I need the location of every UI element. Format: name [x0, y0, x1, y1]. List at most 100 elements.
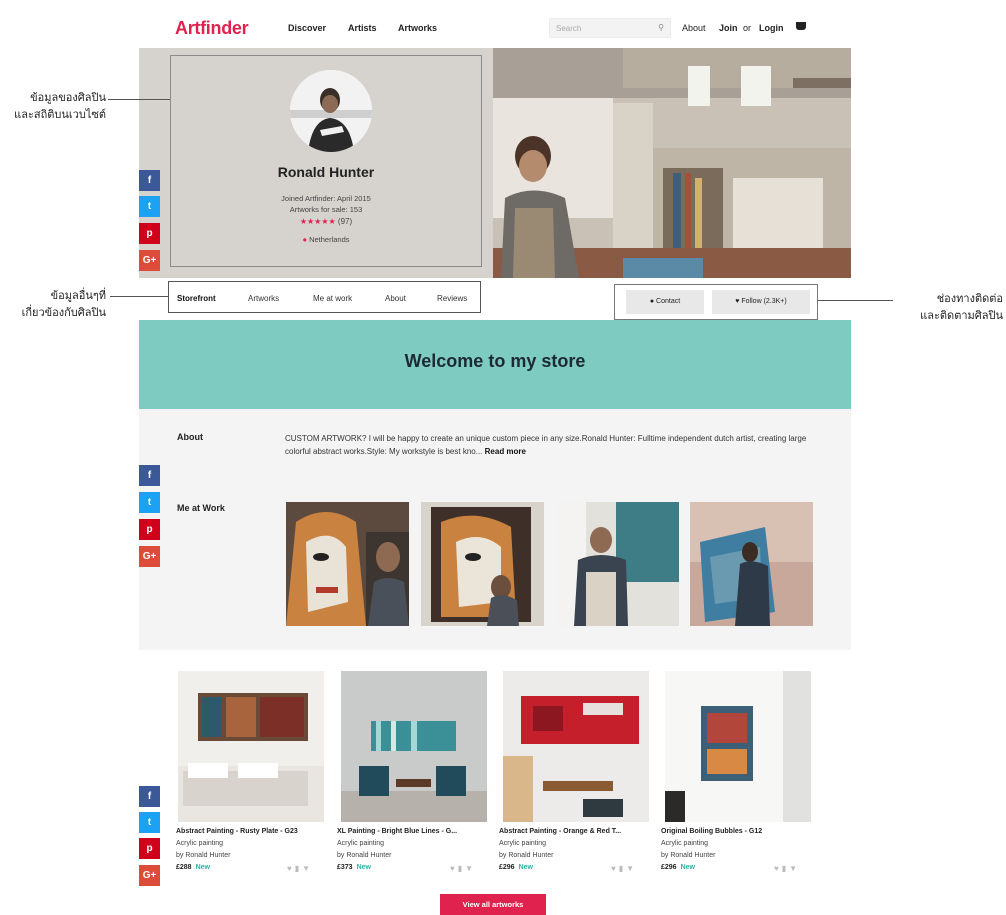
artwork-actions[interactable]: ♥▮▼ [774, 864, 800, 873]
annotation-line: ข้อมูลของศิลปิน [30, 92, 106, 104]
pinterest-share-icon[interactable]: p [139, 838, 160, 859]
tab-about[interactable]: About [385, 294, 406, 303]
join-link[interactable]: Join [719, 23, 738, 33]
joined-date: Joined Artfinder: April 2015 [281, 194, 371, 203]
googleplus-share-icon[interactable]: G+ [139, 250, 160, 271]
facebook-share-icon[interactable]: f [139, 786, 160, 807]
about-label: About [177, 432, 203, 442]
about-text: CUSTOM ARTWORK? I will be happy to creat… [285, 434, 807, 456]
welcome-title: Welcome to my store [404, 351, 586, 371]
artwork-image-4[interactable] [665, 671, 811, 822]
basket-icon[interactable] [796, 22, 806, 30]
annotation-contact-follow: ช่องทางติดต่อ และติดตามศิลปิน [893, 291, 1003, 325]
annotation-line: เกี่ยวข้องกับศิลปิน [21, 307, 106, 319]
studio-photo [493, 48, 851, 278]
artwork-medium: Acrylic painting [499, 840, 547, 847]
basket-icon[interactable]: ▼ [789, 864, 800, 873]
googleplus-share-icon[interactable]: G+ [139, 865, 160, 886]
work-photo-4[interactable] [690, 502, 813, 626]
annotation-other-info: ข้อมูลอื่นๆที่ เกี่ยวข้องกับศิลปิน [2, 288, 106, 322]
artwork-artist[interactable]: by Ronald Hunter [176, 852, 230, 859]
work-photo-3[interactable] [556, 502, 679, 626]
nav-artworks[interactable]: Artworks [398, 23, 437, 33]
artwork-price: £288 New [176, 864, 210, 871]
work-photo-1[interactable] [286, 502, 409, 626]
facebook-share-icon[interactable]: f [139, 465, 160, 486]
login-link[interactable]: Login [759, 23, 784, 33]
nav-artists[interactable]: Artists [348, 23, 377, 33]
artwork-price: £373 New [337, 864, 371, 871]
artworks-for-sale: Artworks for sale: 153 [289, 205, 363, 214]
artwork-artist[interactable]: by Ronald Hunter [499, 852, 553, 859]
artwork-image-2[interactable] [341, 671, 487, 822]
artwork-actions[interactable]: ♥▮▼ [287, 864, 313, 873]
review-count: (97) [337, 217, 353, 226]
pinterest-share-icon[interactable]: p [139, 223, 160, 244]
artwork-title[interactable]: XL Painting - Bright Blue Lines - G... [337, 828, 457, 835]
artwork-actions[interactable]: ♥▮▼ [611, 864, 637, 873]
heart-icon[interactable]: ♥ [287, 864, 295, 873]
artist-name: Ronald Hunter [277, 164, 375, 180]
heart-icon[interactable]: ♥ [611, 864, 619, 873]
facebook-share-icon[interactable]: f [139, 170, 160, 191]
artfinder-logo[interactable]: Artfinder [175, 18, 249, 39]
artwork-title[interactable]: Original Boiling Bubbles - G12 [661, 828, 762, 835]
star-rating-icons: ★★★★★ [299, 217, 336, 226]
heart-icon: ♥ [735, 298, 740, 305]
artwork-medium: Acrylic painting [176, 840, 224, 847]
annotation-line: และติดตามศิลปิน [920, 310, 1003, 322]
annotation-connector [818, 300, 893, 301]
googleplus-share-icon[interactable]: G+ [139, 546, 160, 567]
location-text: Netherlands [309, 235, 350, 244]
artwork-actions[interactable]: ♥▮▼ [450, 864, 476, 873]
annotation-connector [110, 296, 168, 297]
location-pin-icon: ● [302, 235, 307, 244]
artwork-artist[interactable]: by Ronald Hunter [661, 852, 715, 859]
search-input[interactable]: Search ⚲ [549, 18, 671, 38]
annotation-connector [108, 99, 170, 100]
about-link[interactable]: About [682, 23, 706, 33]
twitter-share-icon[interactable]: t [139, 812, 160, 833]
price-value: £296 [499, 864, 515, 871]
pinterest-share-icon[interactable]: p [139, 519, 160, 540]
work-photo-2[interactable] [421, 502, 544, 626]
tab-reviews[interactable]: Reviews [437, 294, 467, 303]
chat-icon: ● [649, 298, 655, 305]
me-at-work-label: Me at Work [177, 503, 225, 513]
contact-button[interactable]: ● Contact [626, 290, 704, 314]
artwork-title[interactable]: Abstract Painting - Rusty Plate - G23 [176, 828, 298, 835]
basket-icon[interactable]: ▼ [626, 864, 637, 873]
tab-artworks[interactable]: Artworks [248, 294, 279, 303]
avatar [290, 70, 372, 152]
view-all-artworks-button[interactable]: View all artworks [440, 894, 546, 915]
price-value: £373 [337, 864, 353, 871]
basket-icon[interactable]: ▼ [302, 864, 313, 873]
read-more-link[interactable]: Read more [485, 447, 526, 456]
tab-me-at-work[interactable]: Me at work [313, 294, 352, 303]
site-header: Artfinder Discover Artists Artworks Sear… [139, 8, 851, 48]
artwork-artist[interactable]: by Ronald Hunter [337, 852, 391, 859]
artwork-image-3[interactable] [503, 671, 649, 822]
rating[interactable]: ★★★★★ (97) [170, 217, 482, 226]
tab-storefront[interactable]: Storefront [177, 294, 216, 303]
artwork-image-1[interactable] [178, 671, 324, 822]
nav-discover[interactable]: Discover [288, 23, 326, 33]
search-placeholder: Search [556, 24, 582, 33]
basket-icon[interactable]: ▼ [465, 864, 476, 873]
heart-icon[interactable]: ♥ [774, 864, 782, 873]
artwork-title[interactable]: Abstract Painting - Orange & Red T... [499, 828, 621, 835]
price-value: £288 [176, 864, 192, 871]
follow-label: Follow (2.3K+) [741, 298, 787, 305]
artwork-medium: Acrylic painting [661, 840, 709, 847]
heart-icon[interactable]: ♥ [450, 864, 458, 873]
or-text: or [743, 23, 752, 33]
annotation-line: และสถิติบนเวบไซต์ [14, 109, 106, 121]
price-value: £296 [661, 864, 677, 871]
twitter-share-icon[interactable]: t [139, 492, 160, 513]
follow-button[interactable]: ♥ Follow (2.3K+) [712, 290, 810, 314]
artwork-price: £296 New [499, 864, 533, 871]
twitter-share-icon[interactable]: t [139, 196, 160, 217]
location: ● Netherlands [170, 235, 482, 244]
search-icon[interactable]: ⚲ [658, 23, 664, 32]
annotation-line: ช่องทางติดต่อ [936, 293, 1003, 305]
